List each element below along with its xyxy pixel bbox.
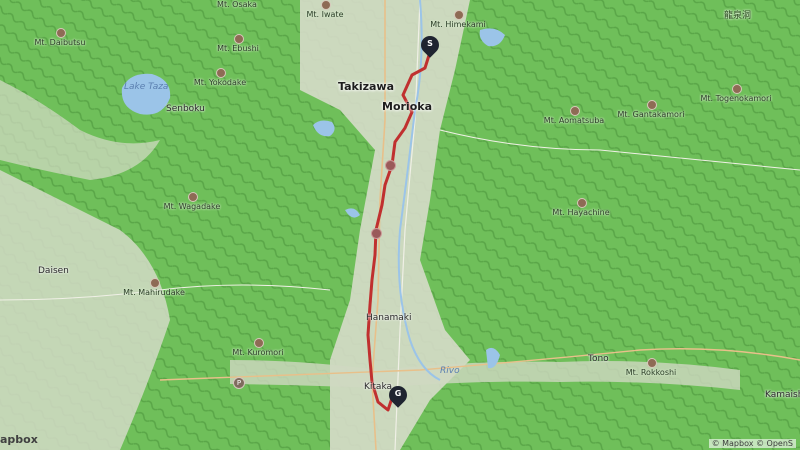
mountain-icon	[454, 10, 464, 20]
mountain-icon	[577, 198, 587, 208]
parking-icon[interactable]: P	[233, 377, 245, 389]
city-label-tono: Tono	[588, 354, 609, 364]
mountain-icon	[570, 106, 580, 116]
rest-stop-icon[interactable]	[371, 228, 382, 239]
city-label-morioka: Morioka	[382, 100, 432, 113]
river-label: Rivo	[440, 366, 460, 376]
city-label-daisen: Daisen	[38, 266, 69, 276]
rest-stop-icon[interactable]	[385, 160, 396, 171]
mountain-icon	[647, 100, 657, 110]
mountain-icon	[234, 34, 244, 44]
mountain-icon	[216, 68, 226, 78]
start-marker[interactable]: S	[417, 32, 443, 58]
mountain-icon	[254, 338, 264, 348]
city-label-kitakami: Kitaka	[364, 382, 393, 392]
mountain-icon	[647, 358, 657, 368]
city-label-kamaishi: Kamaish	[765, 390, 800, 400]
terrain-layer	[0, 0, 800, 450]
mountain-icon	[732, 84, 742, 94]
map-canvas[interactable]: Takizawa Morioka Hanamaki Tono Kitaka Da…	[0, 0, 800, 450]
mountain-icon	[188, 192, 198, 202]
mapbox-logo[interactable]: apbox	[0, 433, 38, 446]
city-label-takizawa: Takizawa	[338, 80, 395, 93]
place-label-top-right: 龍泉洞	[724, 11, 752, 21]
mountain-icon	[56, 28, 66, 38]
city-label-senboku: Senboku	[166, 104, 205, 114]
mountain-icon	[321, 0, 331, 10]
map-attribution[interactable]: © Mapbox © OpenS	[708, 439, 796, 448]
goal-marker[interactable]: G	[385, 382, 411, 408]
city-label-hanamaki: Hanamaki	[366, 313, 412, 323]
mountain-icon	[150, 278, 160, 288]
